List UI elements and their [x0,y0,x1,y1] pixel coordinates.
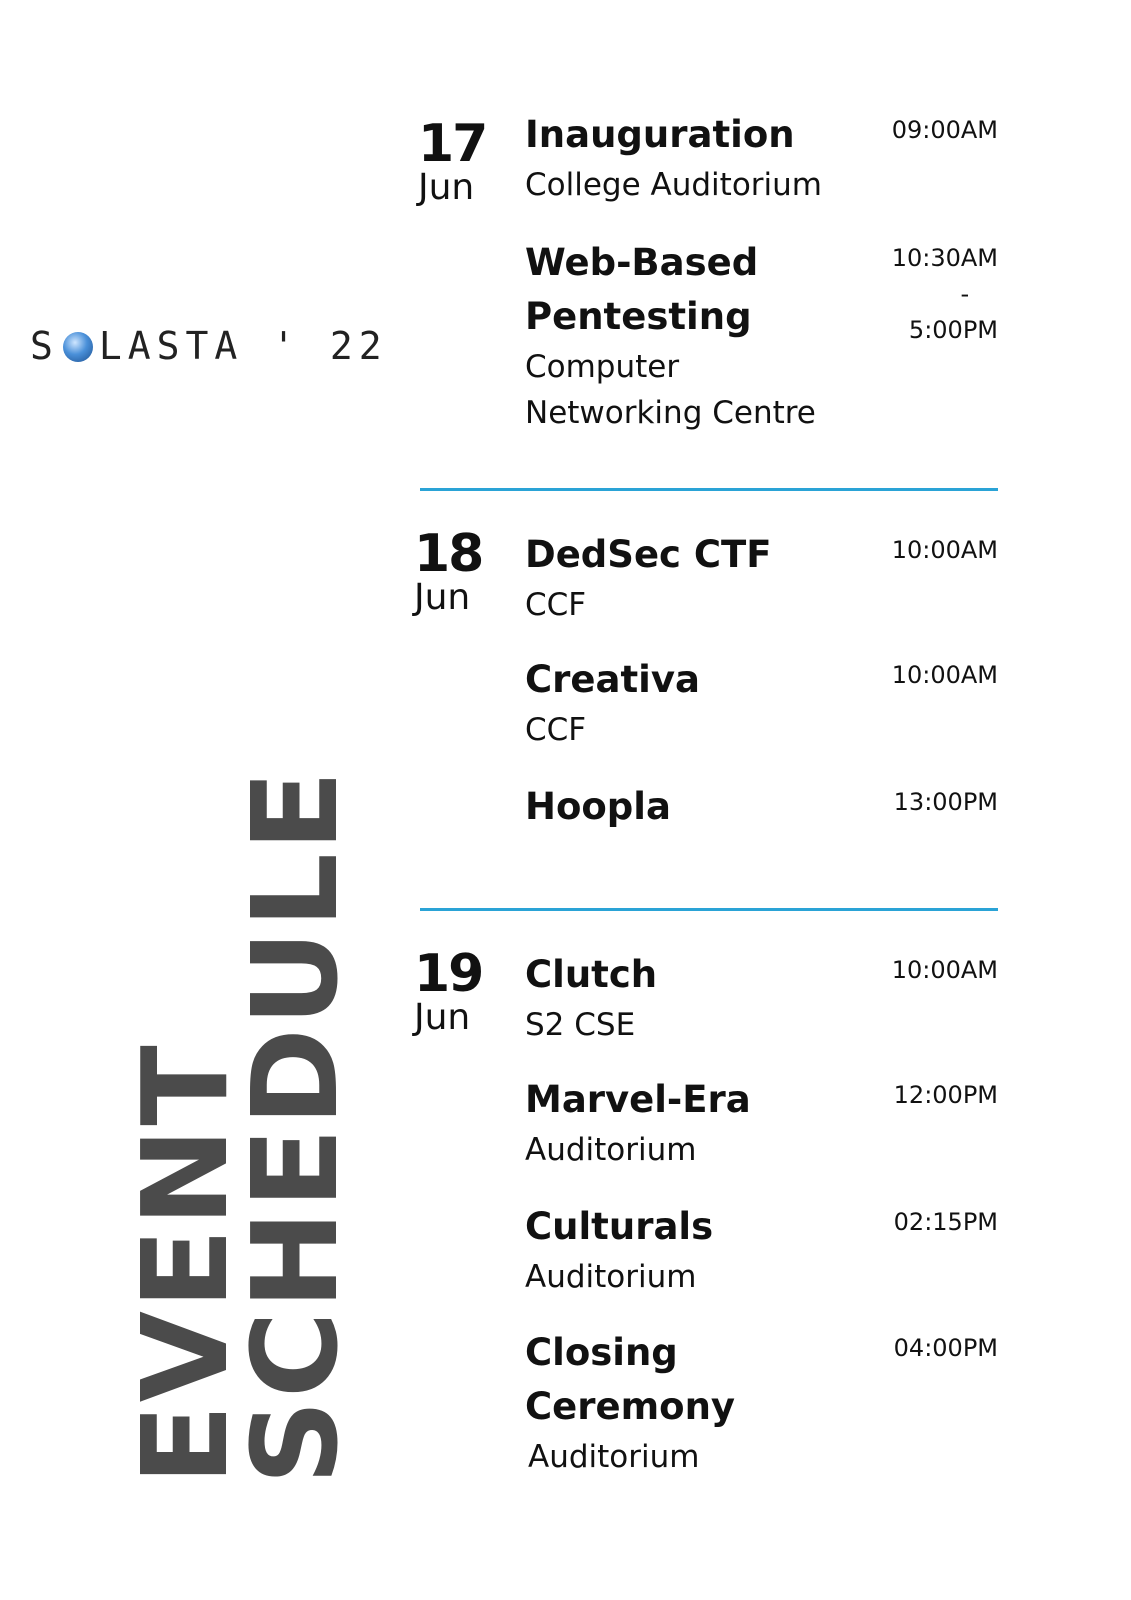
event-name: Culturals [525,1205,714,1248]
event-item: Inauguration College Auditorium 09:00AM [525,108,998,208]
event-item: Clutch S2 CSE 10:00AM [525,948,998,1048]
logo-text-left: S [30,324,59,368]
event-name: Inauguration [525,113,795,156]
event-item: Creativa CCF 10:00AM [525,653,998,753]
event-time: 12:00PM [893,1081,998,1109]
event-item: Web-Based Pentesting Computer Networking… [525,236,998,436]
event-time: 04:00PM [893,1334,998,1362]
event-item: DedSec CTF CCF 10:00AM [525,528,998,628]
event-time: 13:00PM [893,788,998,816]
title-line-1: EVENT [116,1043,254,1485]
event-time: 09:00AM [891,116,998,144]
event-time: 10:30AM - 5:00PM [892,240,998,348]
event-name: Marvel-Era [525,1078,751,1121]
event-venue: CCF [525,712,587,748]
event-venue: College Auditorium [525,167,822,203]
globe-icon [62,332,93,362]
event-name: Hoopla [525,785,671,828]
title-line-2: SCHEDULE [226,768,364,1485]
event-venue: Auditorium [525,1259,697,1295]
event-name: DedSec CTF [525,533,772,576]
event-time-separator: - [960,280,970,308]
section-divider [420,488,998,491]
section-divider [420,908,998,911]
date-month: Jun [414,577,471,618]
event-venue: Auditorium [525,1132,697,1168]
date-day: 17 [418,114,488,174]
event-name: Closing Ceremony [525,1331,736,1428]
event-name: Clutch [525,953,658,996]
event-time: 02:15PM [893,1208,998,1236]
date-day: 18 [414,524,484,584]
event-time: 10:00AM [891,661,998,689]
event-time: 10:00AM [891,536,998,564]
event-name: Creativa [525,658,700,701]
date-month: Jun [418,167,475,208]
event-venue: Auditorium [528,1439,700,1475]
event-item: Marvel-Era Auditorium 12:00PM [525,1073,998,1173]
event-name: Web-Based Pentesting [525,241,759,338]
event-schedule-title: EVENT SCHEDULE [116,725,370,1485]
event-venue: S2 CSE [525,1007,636,1043]
event-item: Culturals Auditorium 02:15PM [525,1200,998,1300]
event-time-start: 10:30AM [891,244,998,272]
event-item: Closing Ceremony Auditorium 04:00PM [525,1326,998,1480]
event-time-end: 5:00PM [908,316,998,344]
event-time: 10:00AM [891,956,998,984]
event-venue: CCF [525,587,587,623]
date-day: 19 [414,944,484,1004]
event-item: Hoopla 13:00PM [525,780,998,834]
solasta-logo: S LASTA ' 22 [30,324,410,368]
event-venue: Computer Networking Centre [525,349,816,431]
logo-text-right: LASTA ' 22 [98,324,388,368]
date-month: Jun [414,997,471,1038]
